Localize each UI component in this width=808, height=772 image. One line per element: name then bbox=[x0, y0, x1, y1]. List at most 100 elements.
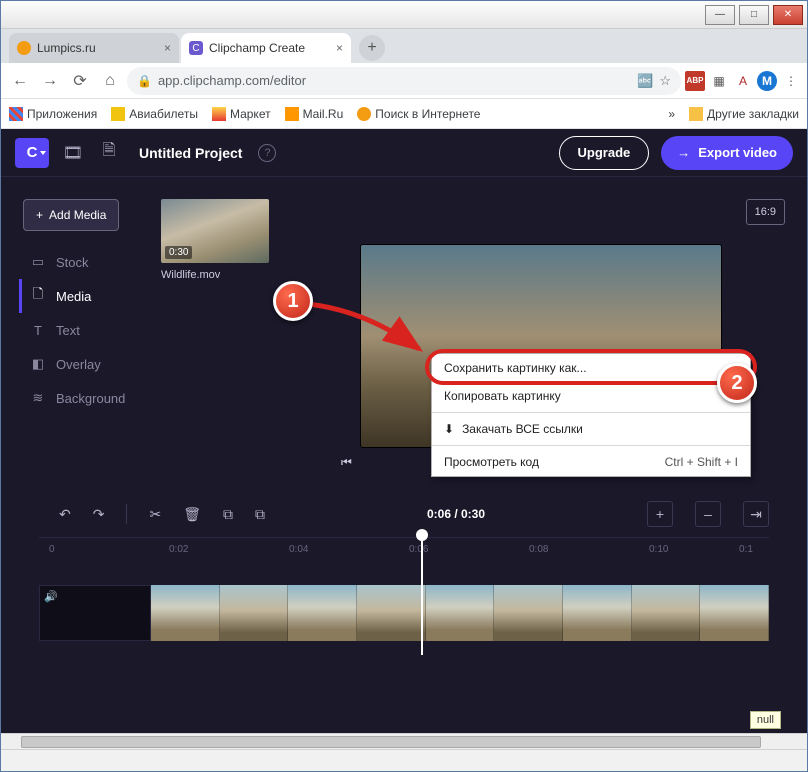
separator bbox=[126, 504, 127, 524]
context-menu: Сохранить картинку как... Копировать кар… bbox=[431, 353, 751, 477]
upgrade-button[interactable]: Upgrade bbox=[559, 136, 650, 170]
browser-window: — □ ✕ Lumpics.ru × C Clipchamp Create × … bbox=[0, 0, 808, 772]
url-text: app.clipchamp.com/editor bbox=[158, 73, 306, 88]
aspect-ratio-button[interactable]: 16:9 bbox=[746, 199, 785, 225]
star-icon[interactable]: ☆ bbox=[659, 73, 671, 89]
ruler-tick: 0:06 bbox=[409, 544, 428, 555]
window-title-bar: — □ ✕ bbox=[1, 1, 807, 29]
horizontal-scrollbar[interactable] bbox=[1, 733, 807, 749]
new-tab-button[interactable]: + bbox=[359, 35, 385, 61]
paste-button[interactable]: ⧉ bbox=[255, 506, 265, 523]
bookmark-item[interactable]: Поиск в Интернете bbox=[357, 107, 480, 121]
nav-back-button[interactable]: ← bbox=[7, 68, 33, 94]
annotation-badge-2: 2 bbox=[717, 363, 757, 403]
playhead[interactable] bbox=[421, 535, 423, 655]
ctx-separator bbox=[432, 445, 750, 446]
bookmark-icon bbox=[111, 107, 125, 121]
window-close-button[interactable]: ✕ bbox=[773, 5, 803, 25]
tab-title: Clipchamp Create bbox=[209, 41, 305, 55]
window-minimize-button[interactable]: — bbox=[705, 5, 735, 25]
translate-icon[interactable]: 🔤 bbox=[637, 73, 653, 89]
window-status-bar bbox=[1, 749, 807, 771]
sidebar-item-background[interactable]: ≋Background bbox=[19, 381, 139, 415]
bookmark-item[interactable]: Маркет bbox=[212, 107, 271, 121]
project-title[interactable]: Untitled Project bbox=[139, 145, 242, 161]
other-bookmarks[interactable]: Другие закладки bbox=[689, 107, 799, 121]
add-media-button[interactable]: + Add Media bbox=[23, 199, 119, 231]
ctx-save-image-as[interactable]: Сохранить картинку как... bbox=[432, 354, 750, 382]
redo-button[interactable]: ↷ bbox=[93, 506, 105, 523]
address-bar: ← → ⟳ ⌂ 🔒 app.clipchamp.com/editor 🔤 ☆ A… bbox=[1, 63, 807, 99]
video-clip[interactable] bbox=[151, 585, 769, 641]
ctx-copy-image[interactable]: Копировать картинку bbox=[432, 382, 750, 410]
video-icon[interactable]: 🎞 bbox=[61, 141, 85, 165]
zoom-in-button[interactable]: + bbox=[647, 501, 673, 527]
ruler-tick: 0 bbox=[49, 544, 55, 555]
timeline-track[interactable]: 🔊 bbox=[39, 585, 769, 641]
sidebar-item-media[interactable]: 🗋Media bbox=[19, 279, 139, 313]
copy-button[interactable]: ⧉ bbox=[223, 506, 233, 523]
apps-icon bbox=[9, 107, 23, 121]
nav-forward-button[interactable]: → bbox=[37, 68, 63, 94]
bookmark-item[interactable]: Авиабилеты bbox=[111, 107, 198, 121]
export-arrow-icon: → bbox=[677, 145, 690, 160]
window-maximize-button[interactable]: □ bbox=[739, 5, 769, 25]
extension-icon[interactable]: ▦ bbox=[709, 71, 729, 91]
bookmarks-overflow[interactable]: » bbox=[668, 107, 675, 121]
tab-lumpics[interactable]: Lumpics.ru × bbox=[9, 33, 179, 63]
bookmark-item[interactable]: Mail.Ru bbox=[285, 107, 344, 121]
scrollbar-thumb[interactable] bbox=[21, 736, 761, 748]
app-logo[interactable]: C bbox=[15, 138, 49, 168]
lock-icon: 🔒 bbox=[137, 74, 152, 88]
thumbnail-image: 0:30 bbox=[161, 199, 269, 263]
tab-strip: Lumpics.ru × C Clipchamp Create × + bbox=[1, 29, 807, 63]
audio-toggle[interactable]: 🔊 bbox=[39, 585, 151, 641]
clipchamp-app: C 🎞 🗎 Untitled Project ? Upgrade → Expor… bbox=[1, 129, 807, 749]
zoom-out-button[interactable]: – bbox=[695, 501, 721, 527]
tooltip-null: null bbox=[750, 711, 781, 729]
close-icon[interactable]: × bbox=[336, 41, 343, 55]
split-button[interactable]: ✂ bbox=[149, 506, 161, 523]
export-video-button[interactable]: → Export video bbox=[661, 136, 793, 170]
sidebar-item-overlay[interactable]: ◧Overlay bbox=[19, 347, 139, 381]
timeline-ruler[interactable]: 0 0:02 0:04 0:06 0:08 0:10 0:1 bbox=[39, 537, 769, 565]
speaker-icon: 🔊 bbox=[44, 590, 58, 603]
profile-avatar[interactable]: M bbox=[757, 71, 777, 91]
sidebar-item-text[interactable]: TText bbox=[19, 313, 139, 347]
clip-frame bbox=[357, 585, 426, 641]
zoom-fit-button[interactable]: ⇥ bbox=[743, 501, 769, 527]
preview-prev-button[interactable]: ⏮ bbox=[341, 455, 352, 470]
tab-clipchamp[interactable]: C Clipchamp Create × bbox=[181, 33, 351, 63]
sidebar-item-stock[interactable]: ▭Stock bbox=[19, 245, 139, 279]
clip-frame bbox=[426, 585, 495, 641]
tab-title: Lumpics.ru bbox=[37, 41, 96, 55]
clip-frame bbox=[632, 585, 701, 641]
nav-reload-button[interactable]: ⟳ bbox=[67, 68, 93, 94]
ctx-inspect[interactable]: Просмотреть кодCtrl + Shift + I bbox=[432, 448, 750, 476]
stock-icon: ▭ bbox=[30, 254, 46, 270]
omnibox[interactable]: 🔒 app.clipchamp.com/editor 🔤 ☆ bbox=[127, 67, 681, 95]
bookmark-icon bbox=[357, 107, 371, 121]
clip-frame bbox=[700, 585, 769, 641]
help-button[interactable]: ? bbox=[258, 144, 276, 162]
apps-button[interactable]: Приложения bbox=[9, 107, 97, 121]
overlay-icon: ◧ bbox=[30, 356, 46, 372]
bookmarks-bar: Приложения Авиабилеты Маркет Mail.Ru Пои… bbox=[1, 99, 807, 129]
extension-pdf-icon[interactable]: A bbox=[733, 71, 753, 91]
favicon-lumpics bbox=[17, 41, 31, 55]
sidebar: ▭Stock 🗋Media TText ◧Overlay ≋Background bbox=[19, 245, 139, 415]
extension-abp-icon[interactable]: ABP bbox=[685, 71, 705, 91]
document-icon[interactable]: 🗎 bbox=[97, 141, 121, 165]
media-icon: 🗋 bbox=[30, 288, 46, 304]
media-thumbnail[interactable]: 0:30 Wildlife.mov bbox=[161, 199, 269, 281]
annotation-badge-1: 1 bbox=[273, 281, 313, 321]
undo-button[interactable]: ↶ bbox=[59, 506, 71, 523]
delete-button[interactable]: 🗑 bbox=[183, 506, 201, 523]
ctx-download-all-links[interactable]: ⬇Закачать ВСЕ ссылки bbox=[432, 415, 750, 443]
download-icon: ⬇ bbox=[444, 422, 454, 436]
nav-home-button[interactable]: ⌂ bbox=[97, 68, 123, 94]
ctx-separator bbox=[432, 412, 750, 413]
text-icon: T bbox=[30, 322, 46, 338]
close-icon[interactable]: × bbox=[164, 41, 171, 55]
browser-menu-button[interactable]: ⋮ bbox=[781, 71, 801, 91]
